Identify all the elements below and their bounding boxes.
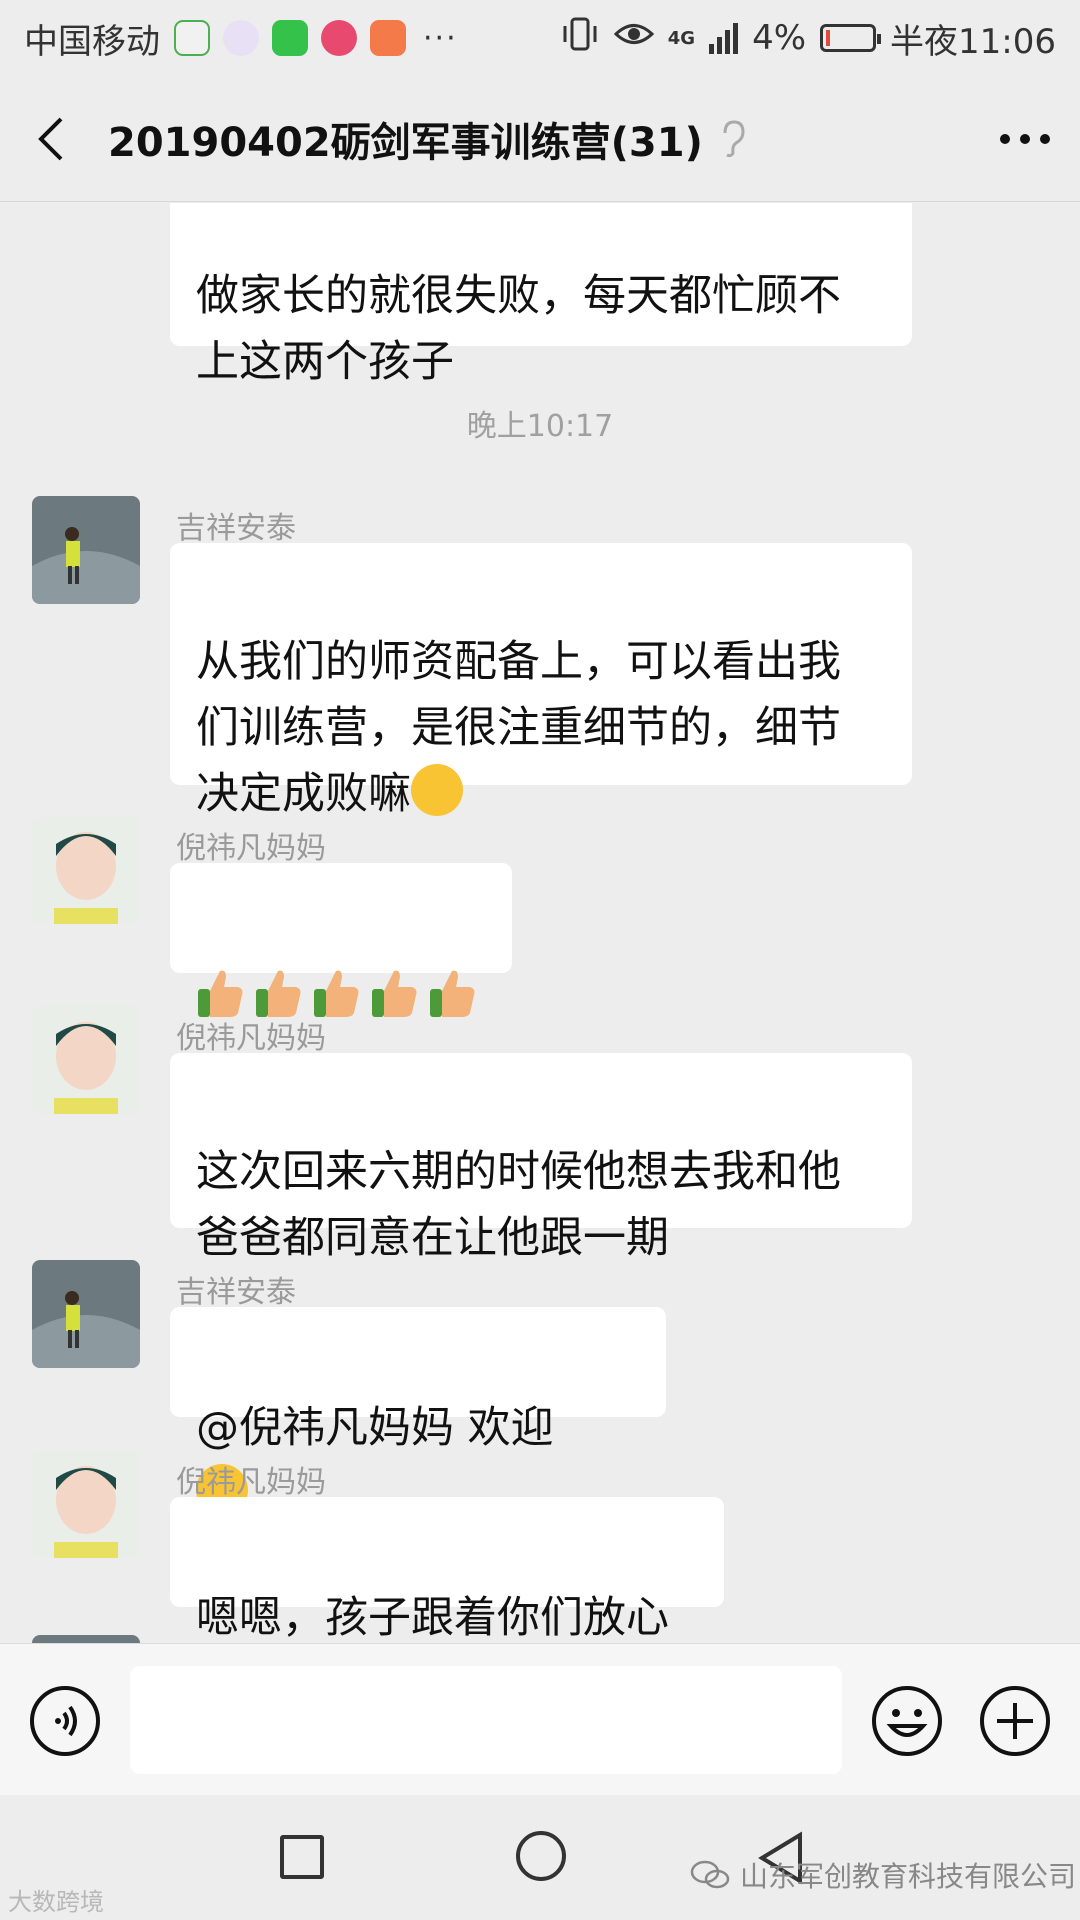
back-button[interactable]: [0, 76, 100, 202]
message-bubble[interactable]: @倪祎凡妈妈 欢迎: [170, 1307, 666, 1516]
avatar[interactable]: [32, 1635, 140, 1643]
sender-name: 吉祥安泰: [176, 511, 296, 546]
emoji-button[interactable]: [870, 1684, 944, 1758]
thumbs-up-icon: [430, 970, 475, 1017]
more-options-button[interactable]: [970, 76, 1080, 202]
iqiyi-app-icon: [272, 20, 308, 56]
avatar[interactable]: [32, 1450, 140, 1558]
thumbs-up-icon: [198, 970, 243, 1017]
message-bubble[interactable]: [170, 863, 512, 1017]
recent-apps-button[interactable]: [280, 1835, 324, 1879]
eye-comfort-icon: [613, 18, 654, 58]
battery-icon: [820, 24, 882, 52]
watermark-right: 山东军创教育科技有限公司: [690, 1855, 1076, 1895]
laughing-emoji-icon: [411, 764, 463, 816]
notification-more-icon: ···: [423, 20, 458, 56]
smiley-icon: [872, 1686, 942, 1756]
vibrate-icon: [560, 16, 600, 61]
more-dots-icon: [1000, 133, 1050, 144]
carrier-label: 中国移动: [24, 21, 160, 62]
message-text: 这次回来六期的时候他想去我和他 爸爸都同意在让他跟一期: [196, 1147, 841, 1263]
input-bar: [0, 1643, 1080, 1795]
message-bubble[interactable]: 做家长的就很失败，每天都忙顾不 上这两个孩子: [170, 203, 912, 387]
message-text: 做家长的就很失败，每天都忙顾不 上这两个孩子: [196, 271, 841, 387]
message-input[interactable]: [130, 1666, 842, 1774]
sender-name: 吉祥安泰: [176, 1275, 296, 1310]
watermark-right-text: 山东军创教育科技有限公司: [740, 1860, 1077, 1893]
signal-icon: [709, 22, 739, 54]
more-actions-button[interactable]: [978, 1684, 1052, 1758]
time-divider: 晚上10:17: [466, 409, 614, 444]
message-bubble[interactable]: 这次回来六期的时候他想去我和他 爸爸都同意在让他跟一期: [170, 1053, 912, 1263]
wechat-icon: [690, 1860, 730, 1889]
music-app-icon: [223, 20, 259, 56]
home-button[interactable]: [516, 1831, 566, 1881]
avatar[interactable]: [32, 816, 140, 924]
watermark-left-text: 大数跨境: [8, 1888, 104, 1916]
sender-name: 倪祎凡妈妈: [176, 1465, 326, 1500]
earpiece-mode-icon: [719, 119, 747, 159]
message-text: 嗯嗯，孩子跟着你们放心: [196, 1593, 669, 1643]
message-bubble[interactable]: 从我们的师资配备上，可以看出我 们训练营，是很注重细节的，细节 决定成败嘛: [170, 543, 912, 819]
chevron-left-icon: [38, 117, 63, 160]
sender-name: 倪祎凡妈妈: [176, 1021, 326, 1056]
clock: 半夜11:06: [890, 21, 1056, 62]
watermark-left: 大数跨境: [8, 1882, 104, 1917]
camera-app-icon: [321, 20, 357, 56]
avatar[interactable]: [32, 496, 140, 604]
heart-app-icon: [370, 20, 406, 56]
chat-title: 20190402砺剑军事训练营(31): [108, 119, 703, 166]
battery-percent: 4%: [752, 18, 807, 58]
voice-icon: [30, 1686, 100, 1756]
message-bubble[interactable]: 嗯嗯，孩子跟着你们放心: [170, 1497, 724, 1643]
avatar[interactable]: [32, 1260, 140, 1368]
message-text: 从我们的师资配备上，可以看出我 们训练营，是很注重细节的，细节 决定成败嘛: [196, 637, 841, 819]
voice-input-button[interactable]: [28, 1684, 102, 1758]
video-app-icon: [174, 20, 210, 56]
network-label: 4G: [667, 27, 696, 49]
sender-name: 倪祎凡妈妈: [176, 831, 326, 866]
avatar[interactable]: [32, 1006, 140, 1114]
thumbs-up-icon: [372, 970, 417, 1017]
chat-header: 20190402砺剑军事训练营(31): [0, 76, 1080, 202]
message-list[interactable]: 做家长的就很失败，每天都忙顾不 上这两个孩子 晚上10:17 吉祥安泰 从我们的…: [0, 203, 1080, 1643]
thumbs-up-icon: [314, 970, 359, 1017]
message-text: @倪祎凡妈妈 欢迎: [196, 1403, 554, 1453]
status-bar: 中国移动 ··· 4G 4% 半夜11:06: [0, 0, 1080, 76]
thumbs-up-icon: [256, 970, 301, 1017]
plus-icon: [980, 1686, 1050, 1756]
